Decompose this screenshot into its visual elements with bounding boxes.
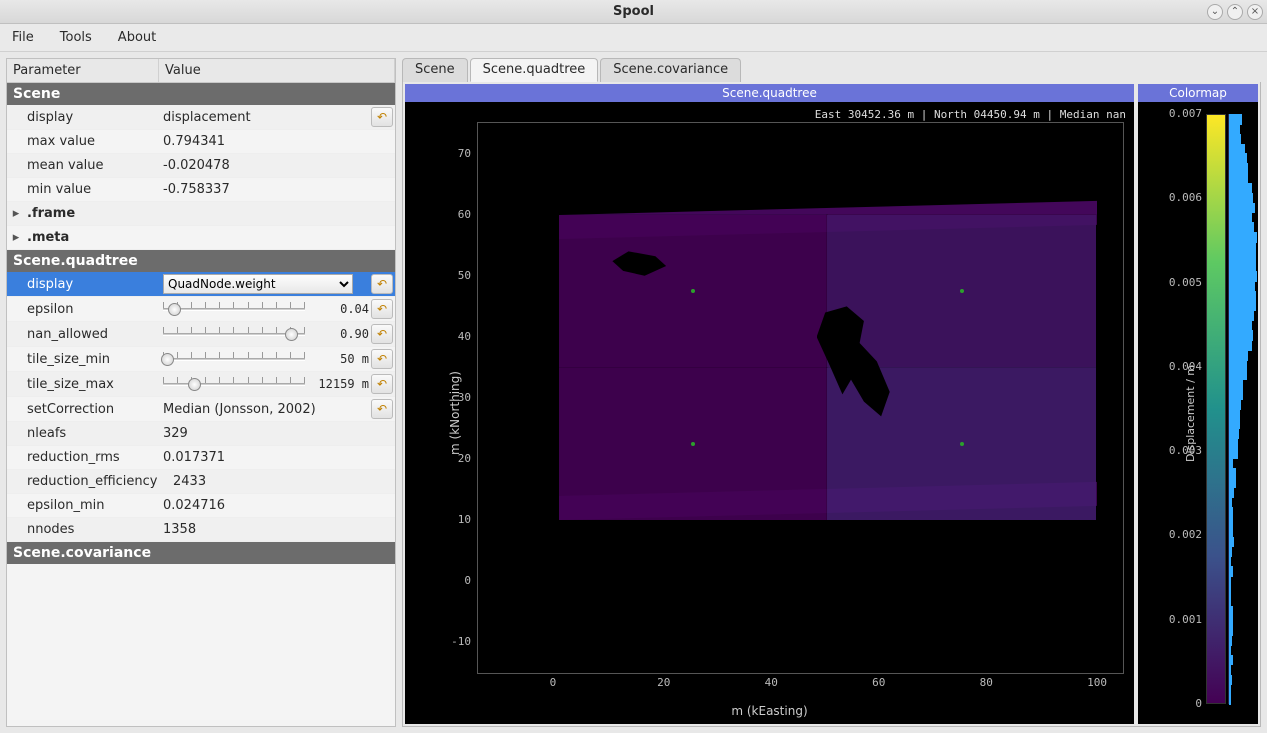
scene-meta: .meta — [23, 230, 173, 245]
x-axis-label: m (kEasting) — [405, 704, 1134, 718]
nnodes-label: nnodes — [9, 522, 159, 537]
plot-area: Scene Scene.quadtree Scene.covariance Sc… — [402, 58, 1261, 727]
scene-display-value: displacement — [159, 110, 371, 125]
reff-value: 2433 — [169, 474, 395, 489]
colormap-canvas[interactable]: Displacement / m 00.0010.0020.0030.0040.… — [1138, 102, 1258, 724]
tilemax-slider[interactable] — [163, 375, 305, 393]
scene-frame: .frame — [23, 206, 173, 221]
emin-value: 0.024716 — [159, 498, 395, 513]
tilemin-slider[interactable] — [163, 350, 305, 368]
menubar: File Tools About — [0, 24, 1267, 52]
quadtree-display-row[interactable]: display QuadNode.weight ↶ — [7, 272, 395, 297]
scene-max-value: 0.794341 — [159, 134, 395, 149]
window-title: Spool — [613, 4, 654, 19]
header-parameter[interactable]: Parameter — [7, 59, 159, 82]
tab-scene[interactable]: Scene — [402, 58, 468, 82]
scene-max-label: max value — [9, 134, 159, 149]
close-button[interactable]: × — [1247, 4, 1263, 20]
epsilon-value: 0.04 — [311, 302, 371, 316]
plot-title: Scene.quadtree — [405, 84, 1134, 102]
group-scene[interactable]: Scene — [7, 83, 395, 105]
scene-min-value: -0.758337 — [159, 182, 395, 197]
chevron-right-icon: ▸ — [9, 230, 23, 245]
window-buttons: ⌄ ⌃ × — [1207, 4, 1263, 20]
group-covariance[interactable]: Scene.covariance — [7, 542, 395, 564]
reset-button[interactable]: ↶ — [371, 274, 393, 294]
epsilon-slider[interactable] — [163, 300, 305, 318]
scene-min-label: min value — [9, 182, 159, 197]
nan-label: nan_allowed — [9, 327, 159, 342]
chevron-right-icon: ▸ — [9, 206, 23, 221]
nleafs-value: 329 — [159, 426, 395, 441]
scene-mean-value: -0.020478 — [159, 158, 395, 173]
reset-button[interactable]: ↶ — [371, 299, 393, 319]
minimize-button[interactable]: ⌄ — [1207, 4, 1223, 20]
colormap-title: Colormap — [1138, 84, 1258, 102]
nan-slider[interactable] — [163, 325, 305, 343]
rrms-value: 0.017371 — [159, 450, 395, 465]
tab-covariance[interactable]: Scene.covariance — [600, 58, 741, 82]
cursor-status: East 30452.36 m | North 04450.94 m | Med… — [815, 108, 1126, 121]
menu-about[interactable]: About — [114, 28, 160, 47]
setcorr-value: Median (Jonsson, 2002) — [159, 402, 371, 417]
reff-label: reduction_efficiency — [9, 474, 169, 489]
group-quadtree[interactable]: Scene.quadtree — [7, 250, 395, 272]
quadtree-display-select[interactable]: QuadNode.weight — [163, 274, 353, 294]
tilemax-value: 12159 m — [311, 377, 371, 391]
titlebar: Spool ⌄ ⌃ × — [0, 0, 1267, 24]
setcorr-label: setCorrection — [9, 402, 159, 417]
parameter-panel: Parameter Value Scene display displaceme… — [6, 58, 396, 727]
colormap-panel: Colormap Displacement / m 00.0010.0020.0… — [1138, 84, 1258, 724]
nleafs-label: nleafs — [9, 426, 159, 441]
tilemax-label: tile_size_max — [9, 377, 159, 392]
reset-button[interactable]: ↶ — [371, 107, 393, 127]
nan-value: 0.90 — [311, 327, 371, 341]
nnodes-value: 1358 — [159, 522, 395, 537]
rrms-label: reduction_rms — [9, 450, 159, 465]
tree-frame[interactable]: ▸ .frame — [7, 202, 395, 226]
tree-meta[interactable]: ▸ .meta — [7, 226, 395, 250]
reset-button[interactable]: ↶ — [371, 374, 393, 394]
tab-quadtree[interactable]: Scene.quadtree — [470, 58, 599, 82]
main-plot-canvas[interactable]: East 30452.36 m | North 04450.94 m | Med… — [405, 102, 1134, 724]
tilemin-label: tile_size_min — [9, 352, 159, 367]
scene-display-label: display — [9, 110, 159, 125]
reset-button[interactable]: ↶ — [371, 399, 393, 419]
tab-bar: Scene Scene.quadtree Scene.covariance — [402, 58, 1261, 82]
scene-mean-label: mean value — [9, 158, 159, 173]
reset-button[interactable]: ↶ — [371, 324, 393, 344]
emin-label: epsilon_min — [9, 498, 159, 513]
menu-file[interactable]: File — [8, 28, 38, 47]
reset-button[interactable]: ↶ — [371, 349, 393, 369]
menu-tools[interactable]: Tools — [56, 28, 96, 47]
epsilon-label: epsilon — [9, 302, 159, 317]
parameter-header: Parameter Value — [7, 59, 395, 83]
maximize-button[interactable]: ⌃ — [1227, 4, 1243, 20]
plot-region[interactable] — [477, 122, 1124, 674]
tilemin-value: 50 m — [311, 352, 371, 366]
quadtree-display-label: display — [9, 277, 159, 292]
y-axis-label: m (kNorthing) — [413, 102, 497, 724]
header-value[interactable]: Value — [159, 59, 395, 82]
main-plot-panel: Scene.quadtree East 30452.36 m | North 0… — [405, 84, 1134, 724]
